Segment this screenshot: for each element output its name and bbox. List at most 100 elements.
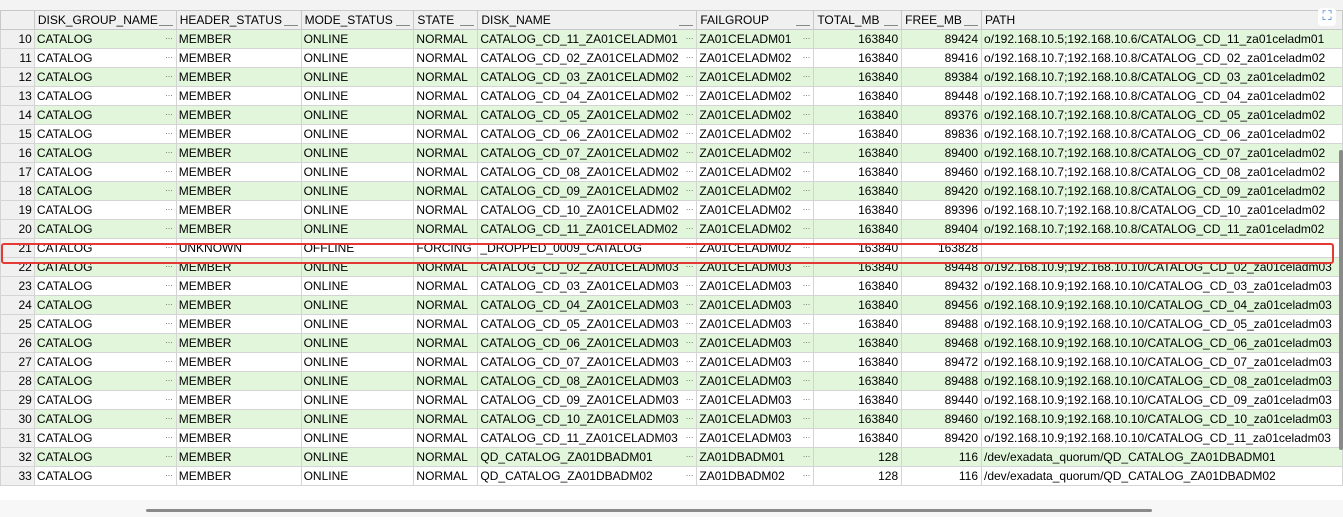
cell-disk-name[interactable]: CATALOG_CD_08_ZA01CELADM03... [477,371,698,391]
table-row[interactable]: 30 CATALOG... MEMBER ONLINE NORMAL CATALOG_CD… [0,409,1343,429]
cell-mode-status[interactable]: ONLINE [300,466,415,486]
cell-header-status[interactable]: MEMBER [175,352,302,372]
cell-header-status[interactable]: MEMBER [175,219,302,239]
table-row[interactable]: 11 CATALOG... MEMBER ONLINE NORMAL CATALOG_CD… [0,48,1343,68]
row-number[interactable]: 11 [0,48,35,68]
cell-expand-ellipsis[interactable]: ... [803,145,811,157]
table-row[interactable]: 27 CATALOG... MEMBER ONLINE NORMAL CATALOG_CD… [0,352,1343,372]
cell-header-status[interactable]: MEMBER [175,143,302,163]
cell-expand-ellipsis[interactable]: ... [165,354,173,366]
row-number[interactable]: 14 [0,105,35,125]
cell-total-mb[interactable]: 163840 [813,29,903,49]
cell-failgroup[interactable]: ZA01CELADM02... [696,181,815,201]
cell-expand-ellipsis[interactable]: ... [686,449,694,461]
cell-expand-ellipsis[interactable]: ... [165,221,173,233]
cell-state[interactable]: NORMAL [413,352,479,372]
cell-total-mb[interactable]: 163840 [813,67,903,87]
cell-total-mb[interactable]: 163840 [813,162,903,182]
cell-free-mb[interactable]: 163828 [901,238,982,258]
cell-disk-name[interactable]: CATALOG_CD_04_ZA01CELADM03... [477,295,698,315]
cell-expand-ellipsis[interactable]: ... [686,126,694,138]
cell-total-mb[interactable]: 163840 [813,257,903,277]
cell-mode-status[interactable]: ONLINE [300,371,415,391]
table-row[interactable]: 10 CATALOG... MEMBER ONLINE NORMAL CATALOG_CD… [0,29,1343,49]
cell-mode-status[interactable]: ONLINE [300,447,415,467]
cell-disk-name[interactable]: CATALOG_CD_09_ZA01CELADM03... [477,390,698,410]
cell-free-mb[interactable]: 89472 [901,352,982,372]
table-row[interactable]: 28 CATALOG... MEMBER ONLINE NORMAL CATALOG_CD… [0,371,1343,391]
row-number-header[interactable] [0,10,35,30]
cell-mode-status[interactable]: ONLINE [300,48,415,68]
cell-disk-group-name[interactable]: CATALOG... [33,428,177,448]
cell-disk-group-name[interactable]: CATALOG... [33,67,177,87]
cell-free-mb[interactable]: 89460 [901,162,982,182]
table-row[interactable]: 18 CATALOG... MEMBER ONLINE NORMAL CATALOG_CD… [0,181,1343,201]
cell-expand-ellipsis[interactable]: ... [165,430,173,442]
cell-total-mb[interactable]: 163840 [813,428,903,448]
cell-total-mb[interactable]: 128 [813,447,903,467]
cell-disk-name[interactable]: CATALOG_CD_03_ZA01CELADM03... [477,276,698,296]
cell-state[interactable]: NORMAL [413,428,479,448]
col-header-disk-group-name[interactable]: DISK_GROUP_NAME [33,10,177,30]
cell-expand-ellipsis[interactable]: ... [803,335,811,347]
cell-expand-ellipsis[interactable]: ... [165,31,173,43]
row-number[interactable]: 25 [0,314,35,334]
cell-disk-name[interactable]: CATALOG_CD_08_ZA01CELADM02... [477,162,698,182]
cell-expand-ellipsis[interactable]: ... [686,31,694,43]
cell-expand-ellipsis[interactable]: ... [803,449,811,461]
cell-expand-ellipsis[interactable]: ... [803,31,811,43]
cell-expand-ellipsis[interactable]: ... [165,183,173,195]
cell-header-status[interactable]: MEMBER [175,428,302,448]
cell-expand-ellipsis[interactable]: ... [686,221,694,233]
row-number[interactable]: 28 [0,371,35,391]
cell-failgroup[interactable]: ZA01CELADM02... [696,219,815,239]
cell-failgroup[interactable]: ZA01DBADM02... [696,466,815,486]
cell-total-mb[interactable]: 163840 [813,48,903,68]
cell-expand-ellipsis[interactable]: ... [686,354,694,366]
table-row[interactable]: 32 CATALOG... MEMBER ONLINE NORMAL QD_CATALOG… [0,447,1343,467]
cell-expand-ellipsis[interactable]: ... [165,392,173,404]
cell-failgroup[interactable]: ZA01CELADM03... [696,276,815,296]
table-row[interactable]: 14 CATALOG... MEMBER ONLINE NORMAL CATALOG_CD… [0,105,1343,125]
cell-disk-group-name[interactable]: CATALOG... [33,314,177,334]
cell-path[interactable]: o/192.168.10.5;192.168.10.6/CATALOG_CD_1… [981,29,1343,49]
cell-path[interactable]: o/192.168.10.7;192.168.10.8/CATALOG_CD_0… [981,48,1343,68]
cell-expand-ellipsis[interactable]: ... [803,50,811,62]
cell-expand-ellipsis[interactable]: ... [686,392,694,404]
cell-failgroup[interactable]: ZA01CELADM03... [696,314,815,334]
cell-header-status[interactable]: MEMBER [175,48,302,68]
cell-total-mb[interactable]: 163840 [813,390,903,410]
cell-failgroup[interactable]: ZA01CELADM02... [696,200,815,220]
row-number[interactable]: 29 [0,390,35,410]
cell-mode-status[interactable]: ONLINE [300,409,415,429]
cell-header-status[interactable]: MEMBER [175,200,302,220]
cell-expand-ellipsis[interactable]: ... [803,278,811,290]
cell-expand-ellipsis[interactable]: ... [803,392,811,404]
cell-expand-ellipsis[interactable]: ... [803,468,811,480]
cell-path[interactable]: o/192.168.10.7;192.168.10.8/CATALOG_CD_0… [981,86,1343,106]
cell-total-mb[interactable]: 128 [813,466,903,486]
cell-expand-ellipsis[interactable]: ... [165,335,173,347]
table-row[interactable]: 17 CATALOG... MEMBER ONLINE NORMAL CATALOG_CD… [0,162,1343,182]
cell-state[interactable]: NORMAL [413,105,479,125]
cell-free-mb[interactable]: 116 [901,466,982,486]
cell-state[interactable]: NORMAL [413,466,479,486]
col-header-path[interactable]: PATH [981,10,1343,30]
cell-expand-ellipsis[interactable]: ... [803,316,811,328]
cell-path[interactable]: o/192.168.10.7;192.168.10.8/CATALOG_CD_0… [981,162,1343,182]
cell-free-mb[interactable]: 89456 [901,295,982,315]
cell-path[interactable]: o/192.168.10.9;192.168.10.10/CATALOG_CD_… [981,371,1343,391]
cell-expand-ellipsis[interactable]: ... [803,240,811,252]
row-number[interactable]: 21 [0,238,35,258]
cell-mode-status[interactable]: ONLINE [300,105,415,125]
cell-path[interactable]: /dev/exadata_quorum/QD_CATALOG_ZA01DBADM… [981,447,1343,467]
cell-expand-ellipsis[interactable]: ... [803,259,811,271]
cell-expand-ellipsis[interactable]: ... [803,107,811,119]
cell-expand-ellipsis[interactable]: ... [803,183,811,195]
table-row[interactable]: 15 CATALOG... MEMBER ONLINE NORMAL CATALOG_CD… [0,124,1343,144]
cell-disk-name[interactable]: CATALOG_CD_10_ZA01CELADM03... [477,409,698,429]
table-row[interactable]: 19 CATALOG... MEMBER ONLINE NORMAL CATALOG_CD… [0,200,1343,220]
cell-disk-group-name[interactable]: CATALOG... [33,390,177,410]
cell-mode-status[interactable]: ONLINE [300,181,415,201]
cell-failgroup[interactable]: ZA01CELADM03... [696,257,815,277]
